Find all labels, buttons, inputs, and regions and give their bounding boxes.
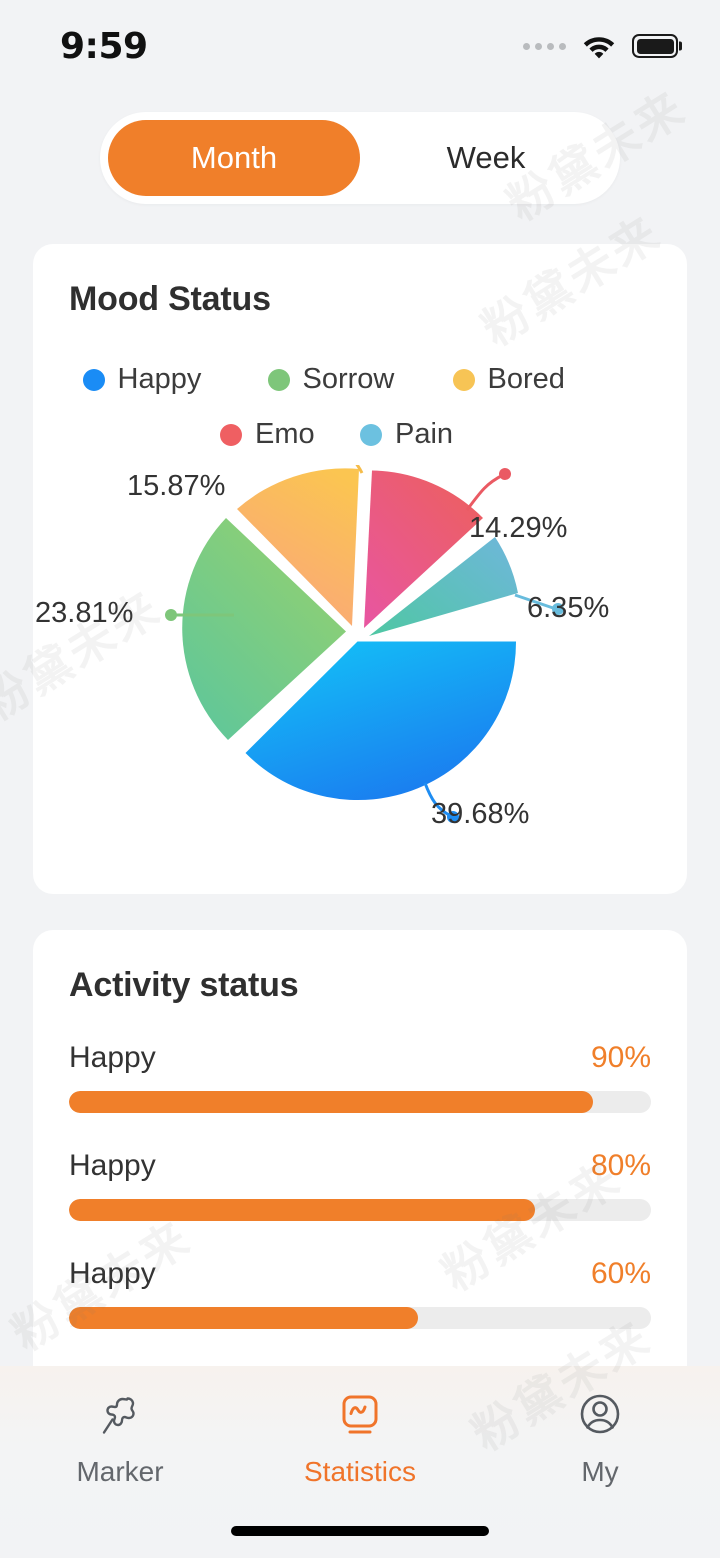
signal-dots-icon <box>523 42 566 50</box>
status-indicators <box>523 33 678 59</box>
period-segment-wrapper: Month Week <box>0 112 720 204</box>
legend-item-emo[interactable]: Emo <box>220 418 360 451</box>
leader-dot-sorrow <box>165 609 177 621</box>
mood-card-title: Mood Status <box>69 280 271 318</box>
tab-marker[interactable]: Marker <box>0 1388 240 1488</box>
status-bar: 9:59 <box>0 0 720 92</box>
tab-week[interactable]: Week <box>360 120 612 196</box>
legend-label-bored: Bored <box>487 363 565 395</box>
chart-monitor-icon <box>342 1395 378 1434</box>
pie-legend: Happy Sorrow Bored Emo Pain <box>69 363 651 451</box>
legend-dot-emo <box>220 423 242 446</box>
activity-label-1: Happy <box>69 1041 156 1074</box>
activity-progress-fill-3 <box>69 1307 419 1329</box>
tab-label-marker: Marker <box>76 1456 164 1487</box>
leader-line-emo <box>465 473 504 511</box>
legend-label-emo: Emo <box>255 418 315 450</box>
tab-label-statistics: Statistics <box>303 1456 417 1487</box>
period-segmented-control[interactable]: Month Week <box>100 112 620 204</box>
legend-item-pain[interactable]: Pain <box>360 418 500 451</box>
person-circle-icon <box>580 1394 620 1434</box>
legend-dot-bored <box>452 368 475 391</box>
legend-label-happy: Happy <box>117 363 202 395</box>
legend-item-bored[interactable]: Bored <box>452 363 638 396</box>
activity-label-3: Happy <box>69 1257 156 1290</box>
activity-progress-fill-2 <box>69 1199 535 1221</box>
status-time: 9:59 <box>60 25 148 67</box>
tab-month[interactable]: Month <box>108 120 360 196</box>
home-indicator <box>231 1526 489 1536</box>
wifi-icon <box>583 37 615 59</box>
activity-row-2: Happy 80% <box>69 1149 651 1221</box>
legend-label-sorrow: Sorrow <box>302 363 395 395</box>
activity-value-2: 80% <box>590 1149 651 1182</box>
pie-label-pain: 6.35% <box>527 592 610 624</box>
activity-value-3: 60% <box>590 1257 651 1290</box>
tab-my[interactable]: My <box>480 1388 720 1488</box>
activity-card-title: Activity status <box>69 966 299 1004</box>
activity-progress-track-3 <box>69 1307 651 1329</box>
pie-label-sorrow: 23.81% <box>35 597 134 629</box>
pie-svg <box>165 465 564 823</box>
activity-row-3: Happy 60% <box>69 1257 651 1329</box>
activity-progress-track-2 <box>69 1199 651 1221</box>
legend-item-sorrow[interactable]: Sorrow <box>267 363 453 396</box>
activity-row-1: Happy 90% <box>69 1041 651 1113</box>
legend-label-pain: Pain <box>395 418 454 450</box>
pin-icon <box>102 1397 135 1434</box>
legend-item-happy[interactable]: Happy <box>82 363 268 396</box>
leader-dot-emo <box>499 468 511 480</box>
pie-label-emo: 14.29% <box>469 512 568 544</box>
pie-label-happy: 39.68% <box>431 798 530 830</box>
activity-progress-fill-1 <box>69 1091 593 1113</box>
activity-label-2: Happy <box>69 1149 156 1182</box>
tab-label-my: My <box>581 1456 619 1487</box>
pie-label-bored: 15.87% <box>127 470 226 502</box>
activity-progress-track-1 <box>69 1091 651 1113</box>
legend-dot-sorrow <box>267 368 290 391</box>
legend-dot-pain <box>360 423 382 446</box>
mood-status-card: Mood Status Happy Sorrow Bored Emo Pain … <box>33 244 687 894</box>
mood-pie-chart[interactable]: 15.87% 14.29% 23.81% 6.35% 39.68% <box>35 465 651 865</box>
battery-full-icon <box>632 34 678 58</box>
activity-value-1: 90% <box>590 1041 651 1074</box>
bottom-tabbar: Marker Statistics My <box>0 1366 720 1558</box>
tab-statistics[interactable]: Statistics <box>240 1388 480 1488</box>
legend-dot-happy <box>82 368 105 391</box>
